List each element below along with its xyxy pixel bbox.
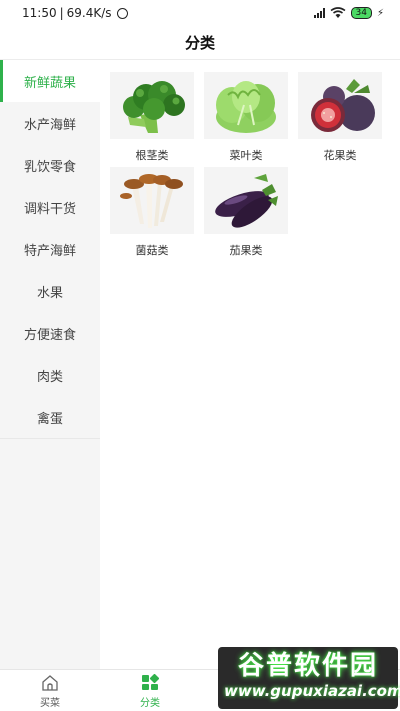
watermark-url: www.gupuxiazai.com xyxy=(224,682,400,700)
charging-icon: ⚡ xyxy=(376,7,384,19)
sidebar-item-label: 水产海鲜 xyxy=(23,117,76,133)
page-title: 分类 xyxy=(184,34,215,52)
alarm-icon xyxy=(116,7,128,19)
sidebar-item-label: 乳饮零食 xyxy=(23,159,76,175)
category-label: 茄果类 xyxy=(229,244,263,257)
sidebar-item-instant-food[interactable]: 方便速食 xyxy=(0,312,100,354)
battery-level: 34 xyxy=(355,7,367,18)
sidebar-divider xyxy=(0,438,100,439)
eggplant-image xyxy=(204,167,288,234)
sidebar-item-specialty-seafood[interactable]: 特产海鲜 xyxy=(0,228,100,270)
network-speed: 69.4K/s xyxy=(66,6,112,20)
sidebar-item-label: 方便速食 xyxy=(23,327,76,343)
sidebar-item-meat[interactable]: 肉类 xyxy=(0,354,100,396)
category-label: 菌菇类 xyxy=(135,244,169,257)
category-card-leafy[interactable]: 菜叶类 xyxy=(204,72,288,162)
fig-image xyxy=(298,72,382,139)
category-label: 根茎类 xyxy=(135,149,169,162)
sidebar-item-label: 肉类 xyxy=(36,369,63,385)
sidebar-item-poultry-eggs[interactable]: 禽蛋 xyxy=(0,396,100,438)
sidebar-item-label: 禽蛋 xyxy=(36,411,63,427)
tab-label: 分类 xyxy=(140,698,160,709)
sidebar-item-label: 调料干货 xyxy=(23,201,76,217)
category-label: 花果类 xyxy=(323,149,357,162)
status-left: 11:50 | 69.4K/s xyxy=(22,6,128,20)
sidebar-item-fruit[interactable]: 水果 xyxy=(0,270,100,312)
lettuce-image xyxy=(204,72,288,139)
tab-home[interactable]: 买菜 xyxy=(20,674,80,709)
wifi-icon xyxy=(330,7,345,18)
category-grid-icon xyxy=(142,674,159,690)
watermark-title: 谷普软件园 xyxy=(237,651,378,681)
mushroom-image xyxy=(110,167,194,234)
category-card-eggplant[interactable]: 茄果类 xyxy=(204,167,288,257)
sidebar-item-seasoning[interactable]: 调料干货 xyxy=(0,186,100,228)
sidebar-list: 新鲜蔬果 水产海鲜 乳饮零食 调料干货 特产海鲜 水果 方便速食 肉类 禽蛋 xyxy=(0,60,100,438)
cell-signal-icon xyxy=(313,8,325,18)
tab-label: 买菜 xyxy=(40,698,60,709)
sidebar-item-drinks-snacks[interactable]: 乳饮零食 xyxy=(0,144,100,186)
status-right: 34 ⚡ xyxy=(313,7,384,19)
sidebar-item-aquatic[interactable]: 水产海鲜 xyxy=(0,102,100,144)
category-label: 菜叶类 xyxy=(229,149,263,162)
category-card-root[interactable]: 根茎类 xyxy=(110,72,194,162)
battery-icon: 34 xyxy=(350,7,372,19)
category-card-flower-fruit[interactable]: 花果类 xyxy=(298,72,382,162)
status-bar: 11:50 | 69.4K/s 34 ⚡ xyxy=(0,0,400,26)
watermark: 谷普软件园 www.gupuxiazai.com xyxy=(218,647,400,709)
status-time: 11:50 xyxy=(22,6,57,20)
sidebar-item-label: 新鲜蔬果 xyxy=(23,75,76,91)
category-content: 根茎类 菜叶类 花果类 菌菇类 茄果类 xyxy=(100,60,400,669)
page-header: 分类 xyxy=(0,26,400,60)
broccoli-image xyxy=(110,72,194,139)
category-sidebar: 新鲜蔬果 水产海鲜 乳饮零食 调料干货 特产海鲜 水果 方便速食 肉类 禽蛋 xyxy=(0,60,100,669)
category-card-mushroom[interactable]: 菌菇类 xyxy=(110,167,194,257)
sidebar-item-label: 水果 xyxy=(36,285,63,301)
tab-category[interactable]: 分类 xyxy=(120,674,180,709)
sidebar-item-label: 特产海鲜 xyxy=(23,243,76,259)
sidebar-item-fresh-produce[interactable]: 新鲜蔬果 xyxy=(0,60,100,102)
home-icon xyxy=(42,675,58,691)
category-grid: 根茎类 菜叶类 花果类 菌菇类 茄果类 xyxy=(110,72,400,257)
